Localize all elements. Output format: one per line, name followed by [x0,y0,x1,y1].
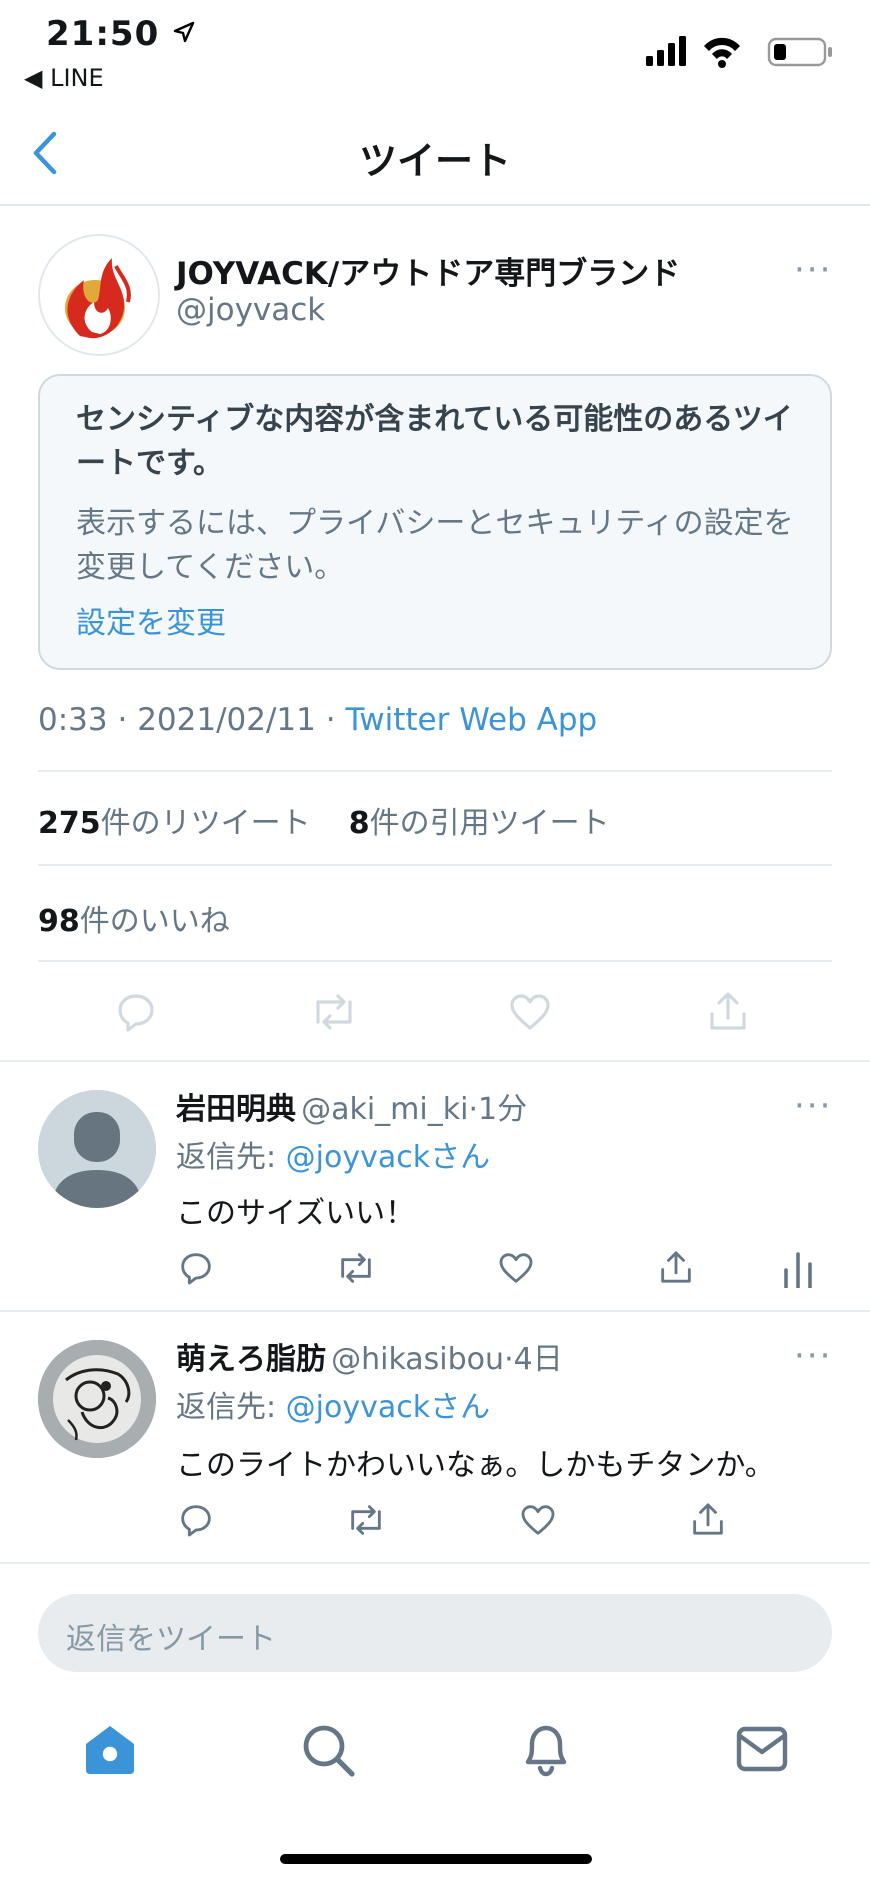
home-indicator[interactable] [280,1854,592,1864]
retweet-count: 275 [38,806,101,841]
author-avatar[interactable] [38,234,160,356]
reply-tweet[interactable]: 岩田明典 @aki_mi_ki·1分 ··· 返信先: @joyvackさん こ… [0,1062,870,1310]
analytics-icon [784,1252,812,1288]
like-button[interactable] [506,988,554,1036]
tweet-date: 2021/02/11 [137,702,316,738]
wifi-icon [704,37,740,68]
retweet-icon [316,994,352,1030]
share-icon [710,992,746,1030]
like-icon [521,1505,555,1535]
status-time: 21:50 [46,14,196,54]
reply-avatar[interactable] [38,1090,156,1208]
like-button[interactable] [496,1248,536,1288]
reply-author-handle[interactable]: @aki_mi_ki [301,1092,468,1127]
reply-time: 4日 [513,1342,563,1377]
like-button[interactable] [518,1500,558,1540]
more-options-icon[interactable]: ··· [794,1336,832,1376]
tab-search[interactable] [300,1722,356,1778]
reply-icon [181,1505,211,1537]
change-settings-link[interactable]: 設定を変更 [76,598,226,642]
retweet-button[interactable] [308,988,360,1036]
notifications-icon [525,1725,567,1777]
default-avatar-icon [38,1090,156,1208]
reply-to-line: 返信先: @joyvackさん [176,1140,491,1175]
divider [38,770,832,772]
reply-header: 岩田明典 @aki_mi_ki·1分 [176,1092,528,1127]
tab-messages[interactable] [736,1726,788,1772]
divider [0,1562,870,1564]
status-icons [646,34,836,68]
back-triangle-icon: ◀ [24,64,43,92]
sensitive-body: 表示するには、プライバシーとセキュリティの設定を変更してください。 [76,506,794,585]
sensitive-content-notice: センシティブな内容が含まれている可能性のあるツイートです。 表示するには、プライ… [38,374,832,670]
reply-author-name[interactable]: 岩田明典 [176,1092,296,1127]
tweet-source-link[interactable]: Twitter Web App [345,702,597,738]
reply-header: 萌えろ脂肪 @hikasibou·4日 [176,1342,563,1377]
like-count: 98 [38,904,80,939]
retweet-button[interactable] [334,1248,378,1288]
likes-link[interactable]: 98件のいいね [38,896,230,940]
reply-to-link[interactable]: @joyvackさん [286,1390,490,1425]
search-icon [303,1725,355,1777]
quotes-link[interactable]: 8件の引用ツイート [349,806,610,841]
reply-icon [181,1253,211,1285]
share-button[interactable] [656,1246,696,1288]
tab-notifications[interactable] [520,1720,572,1778]
tweet-meta: 0:33 · 2021/02/11 · Twitter Web App [38,702,598,738]
location-arrow-icon [173,21,195,43]
reply-author-name[interactable]: 萌えろ脂肪 [176,1342,326,1377]
tweet-time: 0:33 [38,702,108,738]
reply-tweet[interactable]: 萌えろ脂肪 @hikasibou·4日 ··· 返信先: @joyvackさん … [0,1312,870,1562]
retweet-icon [341,1253,371,1283]
reply-button[interactable] [112,988,160,1036]
reply-avatar[interactable] [38,1340,156,1458]
retweets-link[interactable]: 275件のリツイート [38,806,311,841]
reply-to-link[interactable]: @joyvackさん [286,1140,490,1175]
more-options-icon[interactable]: ··· [794,1086,832,1126]
reply-text: このサイズいい！ [176,1196,416,1231]
messages-icon [736,1726,788,1772]
reply-text: このライトかわいいなぁ。しかもチタンか。 [176,1448,775,1483]
author-name[interactable]: JOYVACK/アウトドア専門ブランド [176,248,680,293]
illustration-avatar-image [38,1340,156,1458]
reply-author-handle[interactable]: @hikasibou [331,1342,504,1377]
like-icon [499,1253,533,1283]
sensitive-title: センシティブな内容が含まれている可能性のあるツイートです。 [76,402,793,481]
retweet-icon [351,1505,381,1535]
home-icon [86,1726,134,1774]
page-title: ツイート [358,139,511,183]
reply-input[interactable]: 返信をツイート [38,1594,832,1672]
reply-input-placeholder: 返信をツイート [66,1622,276,1657]
retweet-button[interactable] [344,1500,388,1540]
divider [38,864,832,866]
reply-button[interactable] [176,1500,216,1540]
analytics-button[interactable] [780,1248,816,1288]
share-button[interactable] [704,986,752,1036]
reply-button[interactable] [176,1248,216,1288]
navigation-bar: ツイート [0,100,870,206]
quote-count: 8 [348,806,370,841]
share-icon [661,1251,691,1283]
share-icon [693,1503,723,1535]
retweet-stats: 275件のリツイート 8件の引用ツイート [38,798,610,842]
cellular-signal-icon [646,36,686,66]
reply-to-line: 返信先: @joyvackさん [176,1390,491,1425]
share-button[interactable] [688,1498,728,1540]
reply-time: 1分 [478,1092,528,1127]
author-handle[interactable]: @joyvack [176,292,325,328]
back-to-app[interactable]: ◀ LINE [24,64,104,92]
reply-icon [118,994,154,1032]
tab-home[interactable] [82,1722,138,1776]
divider [38,960,832,962]
more-options-icon[interactable]: ··· [794,250,832,290]
like-icon [510,994,550,1030]
battery-icon [767,37,832,67]
joyvack-logo [65,258,131,339]
